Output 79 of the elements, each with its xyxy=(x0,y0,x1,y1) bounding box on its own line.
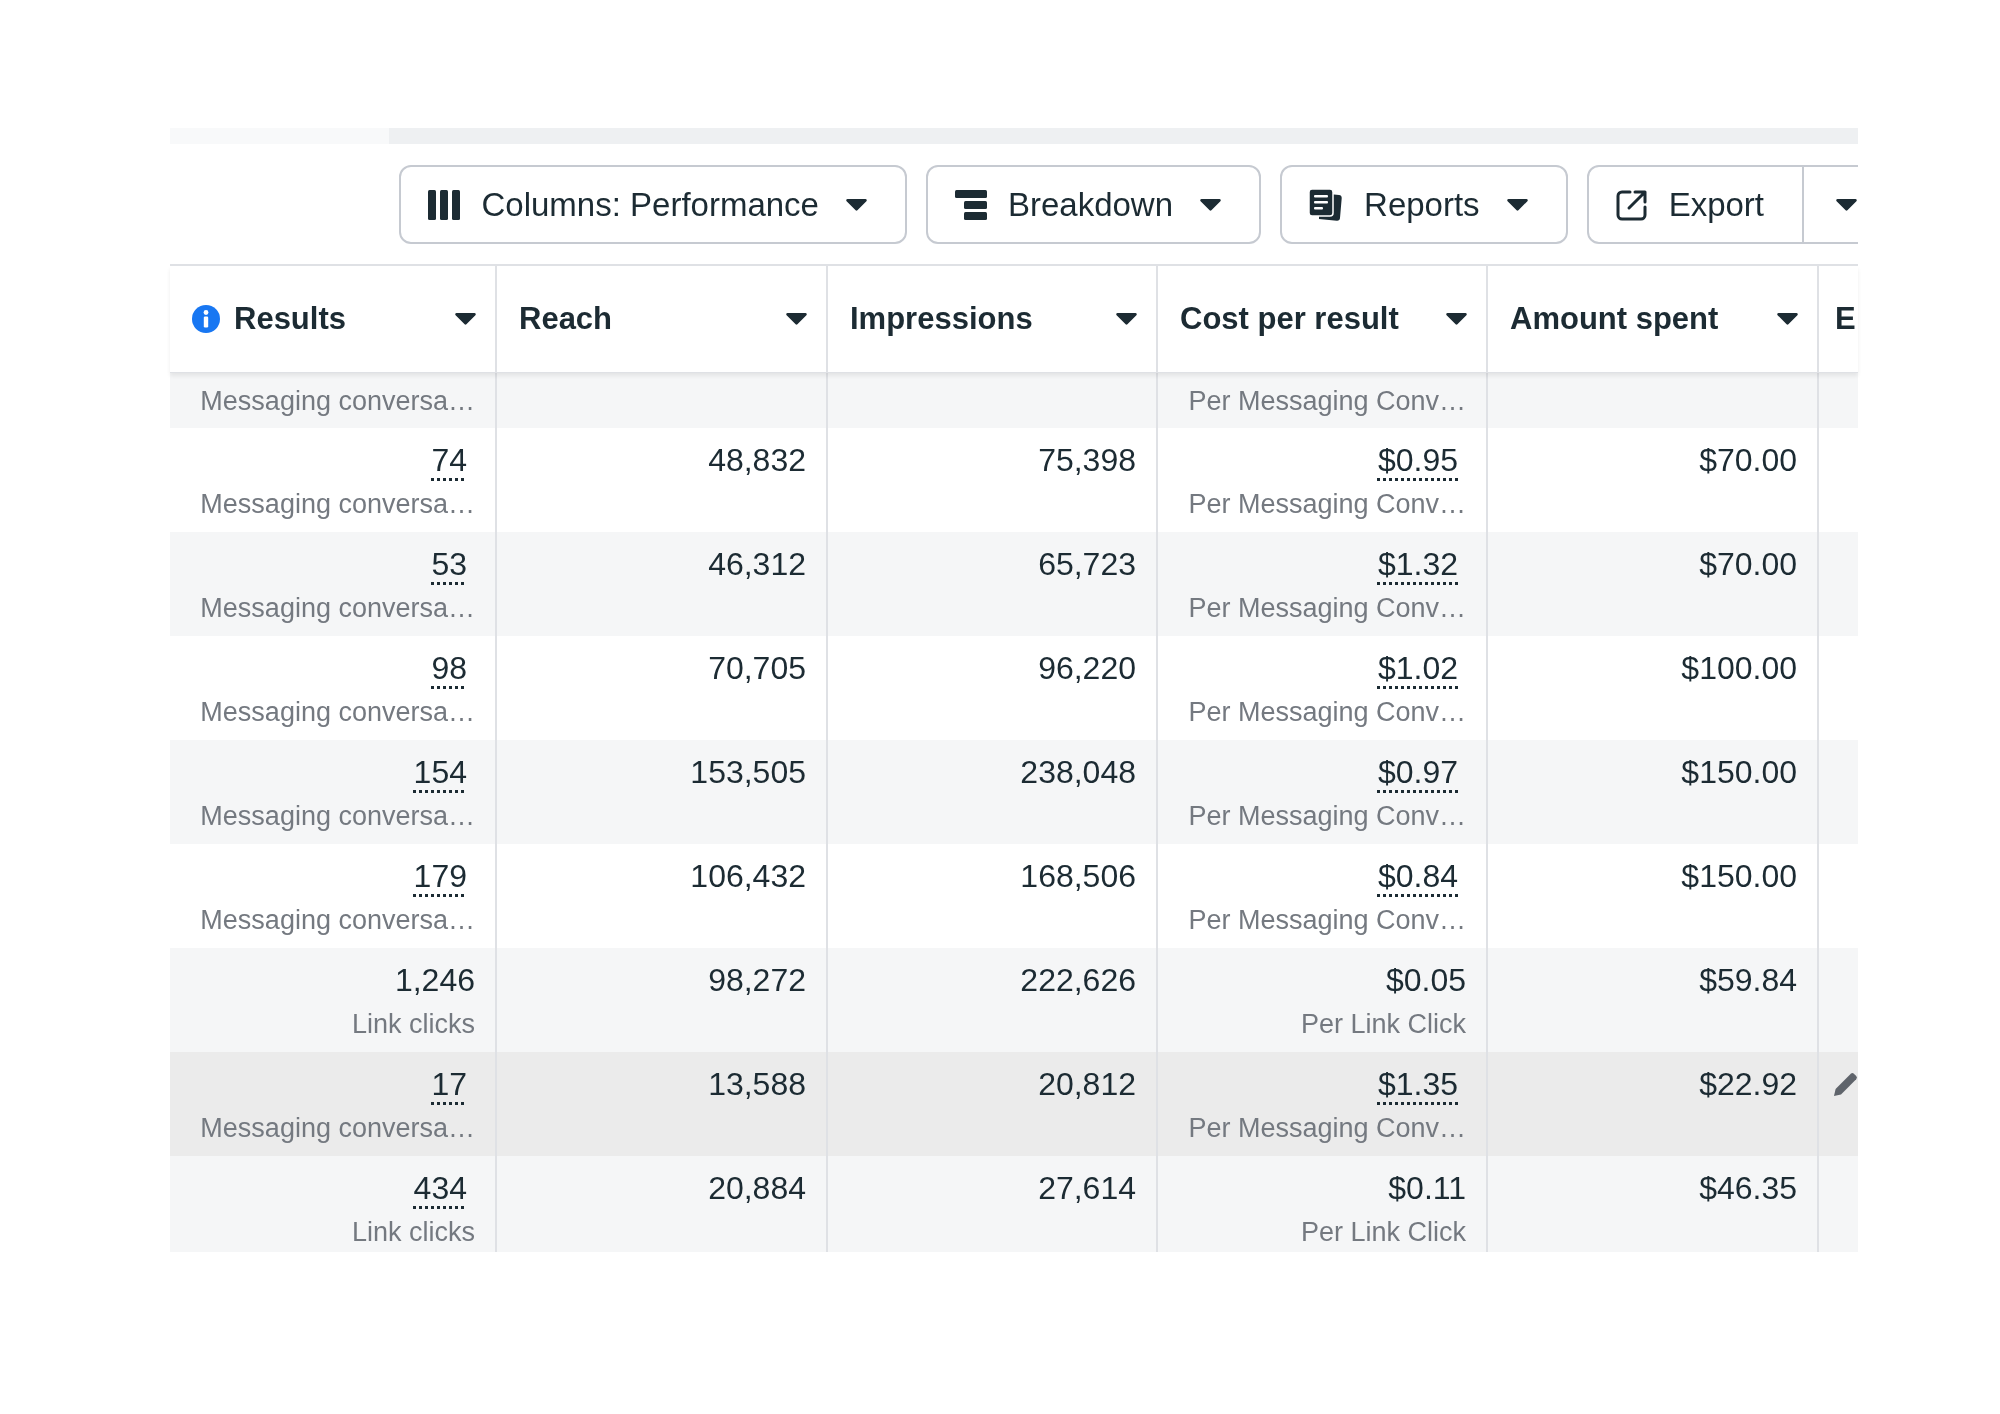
caret-icon xyxy=(1446,313,1467,325)
metric-value: 153,505 xyxy=(690,753,806,792)
metric-value: $0.11 xyxy=(1388,1169,1466,1208)
metric-value: 46,312 xyxy=(708,545,806,584)
metric-link[interactable]: 53 xyxy=(431,544,467,584)
metric-link[interactable]: $1.02 xyxy=(1377,648,1458,688)
metric-value: $150.00 xyxy=(1681,753,1797,792)
metric-link[interactable]: $1.32 xyxy=(1377,544,1458,584)
metric-caption: Per Messaging Conv… xyxy=(1188,1112,1466,1145)
metric-value: $46.35 xyxy=(1699,1169,1797,1208)
column-header[interactable]: E xyxy=(1819,266,1858,372)
metric-value: 168,506 xyxy=(1020,857,1136,896)
dropdown-button[interactable] xyxy=(1804,165,1858,244)
metric-value: 238,048 xyxy=(1020,753,1136,792)
caret-icon xyxy=(786,313,807,325)
caret-icon xyxy=(845,198,867,211)
metric-link[interactable]: $0.84 xyxy=(1377,856,1458,896)
caret-icon xyxy=(1777,313,1798,325)
caret-icon xyxy=(1836,198,1857,211)
metric-link[interactable]: 74 xyxy=(431,440,467,480)
metric-caption: Messaging conversa… xyxy=(200,904,475,937)
metric-caption: Messaging conversa… xyxy=(200,696,475,729)
columns-button[interactable]: Columns: Performance xyxy=(399,165,907,244)
metric-caption: Link clicks xyxy=(351,1008,475,1041)
metric-value: 96,220 xyxy=(1038,649,1136,688)
columns-icon xyxy=(428,189,461,220)
metric-value: $70.00 xyxy=(1699,545,1797,584)
metric-value: 70,705 xyxy=(708,649,806,688)
metric-caption: Link clicks xyxy=(351,1216,475,1249)
metric-value: 13,588 xyxy=(708,1065,806,1104)
metric-caption: Messaging conversa… xyxy=(200,385,475,418)
metric-value: $70.00 xyxy=(1699,441,1797,480)
metric-value: 20,812 xyxy=(1038,1065,1136,1104)
metric-link[interactable]: 179 xyxy=(413,856,467,896)
metric-value: $150.00 xyxy=(1681,857,1797,896)
reports-button[interactable]: Reports xyxy=(1280,165,1568,244)
caret-icon xyxy=(1200,198,1222,211)
metric-caption: Per Link Click xyxy=(1300,1216,1466,1249)
metric-link[interactable]: 154 xyxy=(413,752,467,792)
metric-value: $100.00 xyxy=(1681,649,1797,688)
metric-value: 98,272 xyxy=(708,961,806,1000)
stacked-bars-icon xyxy=(954,189,987,220)
caret-icon xyxy=(1116,313,1137,325)
metric-caption: Messaging conversa… xyxy=(200,800,475,833)
breakdown-button[interactable]: Breakdown xyxy=(925,165,1262,244)
pencil-icon[interactable] xyxy=(1834,1072,1858,1096)
metric-value: 1,246 xyxy=(394,961,475,1000)
documents-icon xyxy=(1309,188,1344,221)
metric-value: $22.92 xyxy=(1699,1065,1797,1104)
metric-value: 27,614 xyxy=(1038,1169,1136,1208)
metric-value: 48,832 xyxy=(708,441,806,480)
metric-value: $0.05 xyxy=(1385,961,1466,1000)
export-icon xyxy=(1615,188,1648,221)
metric-caption: Per Messaging Conv… xyxy=(1188,904,1466,937)
metric-link[interactable]: 17 xyxy=(431,1064,467,1104)
metric-caption: Messaging conversa… xyxy=(200,1112,475,1145)
metric-value: 20,884 xyxy=(708,1169,806,1208)
metric-value: 75,398 xyxy=(1038,441,1136,480)
info-icon[interactable] xyxy=(192,305,220,333)
metric-caption: Per Messaging Conv… xyxy=(1188,696,1466,729)
metric-link[interactable]: $0.97 xyxy=(1377,752,1458,792)
caret-icon xyxy=(1506,198,1528,211)
metric-caption: Messaging conversa… xyxy=(200,592,475,625)
metric-value: 222,626 xyxy=(1020,961,1136,1000)
metric-value: 106,432 xyxy=(690,857,806,896)
metric-caption: Per Link Click xyxy=(1300,1008,1466,1041)
metric-link[interactable]: 98 xyxy=(431,648,467,688)
metric-caption: Per Messaging Conv… xyxy=(1188,385,1466,418)
metric-link[interactable]: $1.35 xyxy=(1377,1064,1458,1104)
metric-caption: Per Messaging Conv… xyxy=(1188,800,1466,833)
metric-link[interactable]: $0.95 xyxy=(1377,440,1458,480)
export-button[interactable]: Export xyxy=(1586,165,1804,244)
metric-value: $59.84 xyxy=(1699,961,1797,1000)
metric-link[interactable]: 434 xyxy=(413,1168,467,1208)
caret-icon xyxy=(455,313,476,325)
metric-caption: Per Messaging Conv… xyxy=(1188,592,1466,625)
metric-caption: Messaging conversa… xyxy=(200,488,475,521)
metric-caption: Per Messaging Conv… xyxy=(1188,488,1466,521)
metric-value: 65,723 xyxy=(1038,545,1136,584)
